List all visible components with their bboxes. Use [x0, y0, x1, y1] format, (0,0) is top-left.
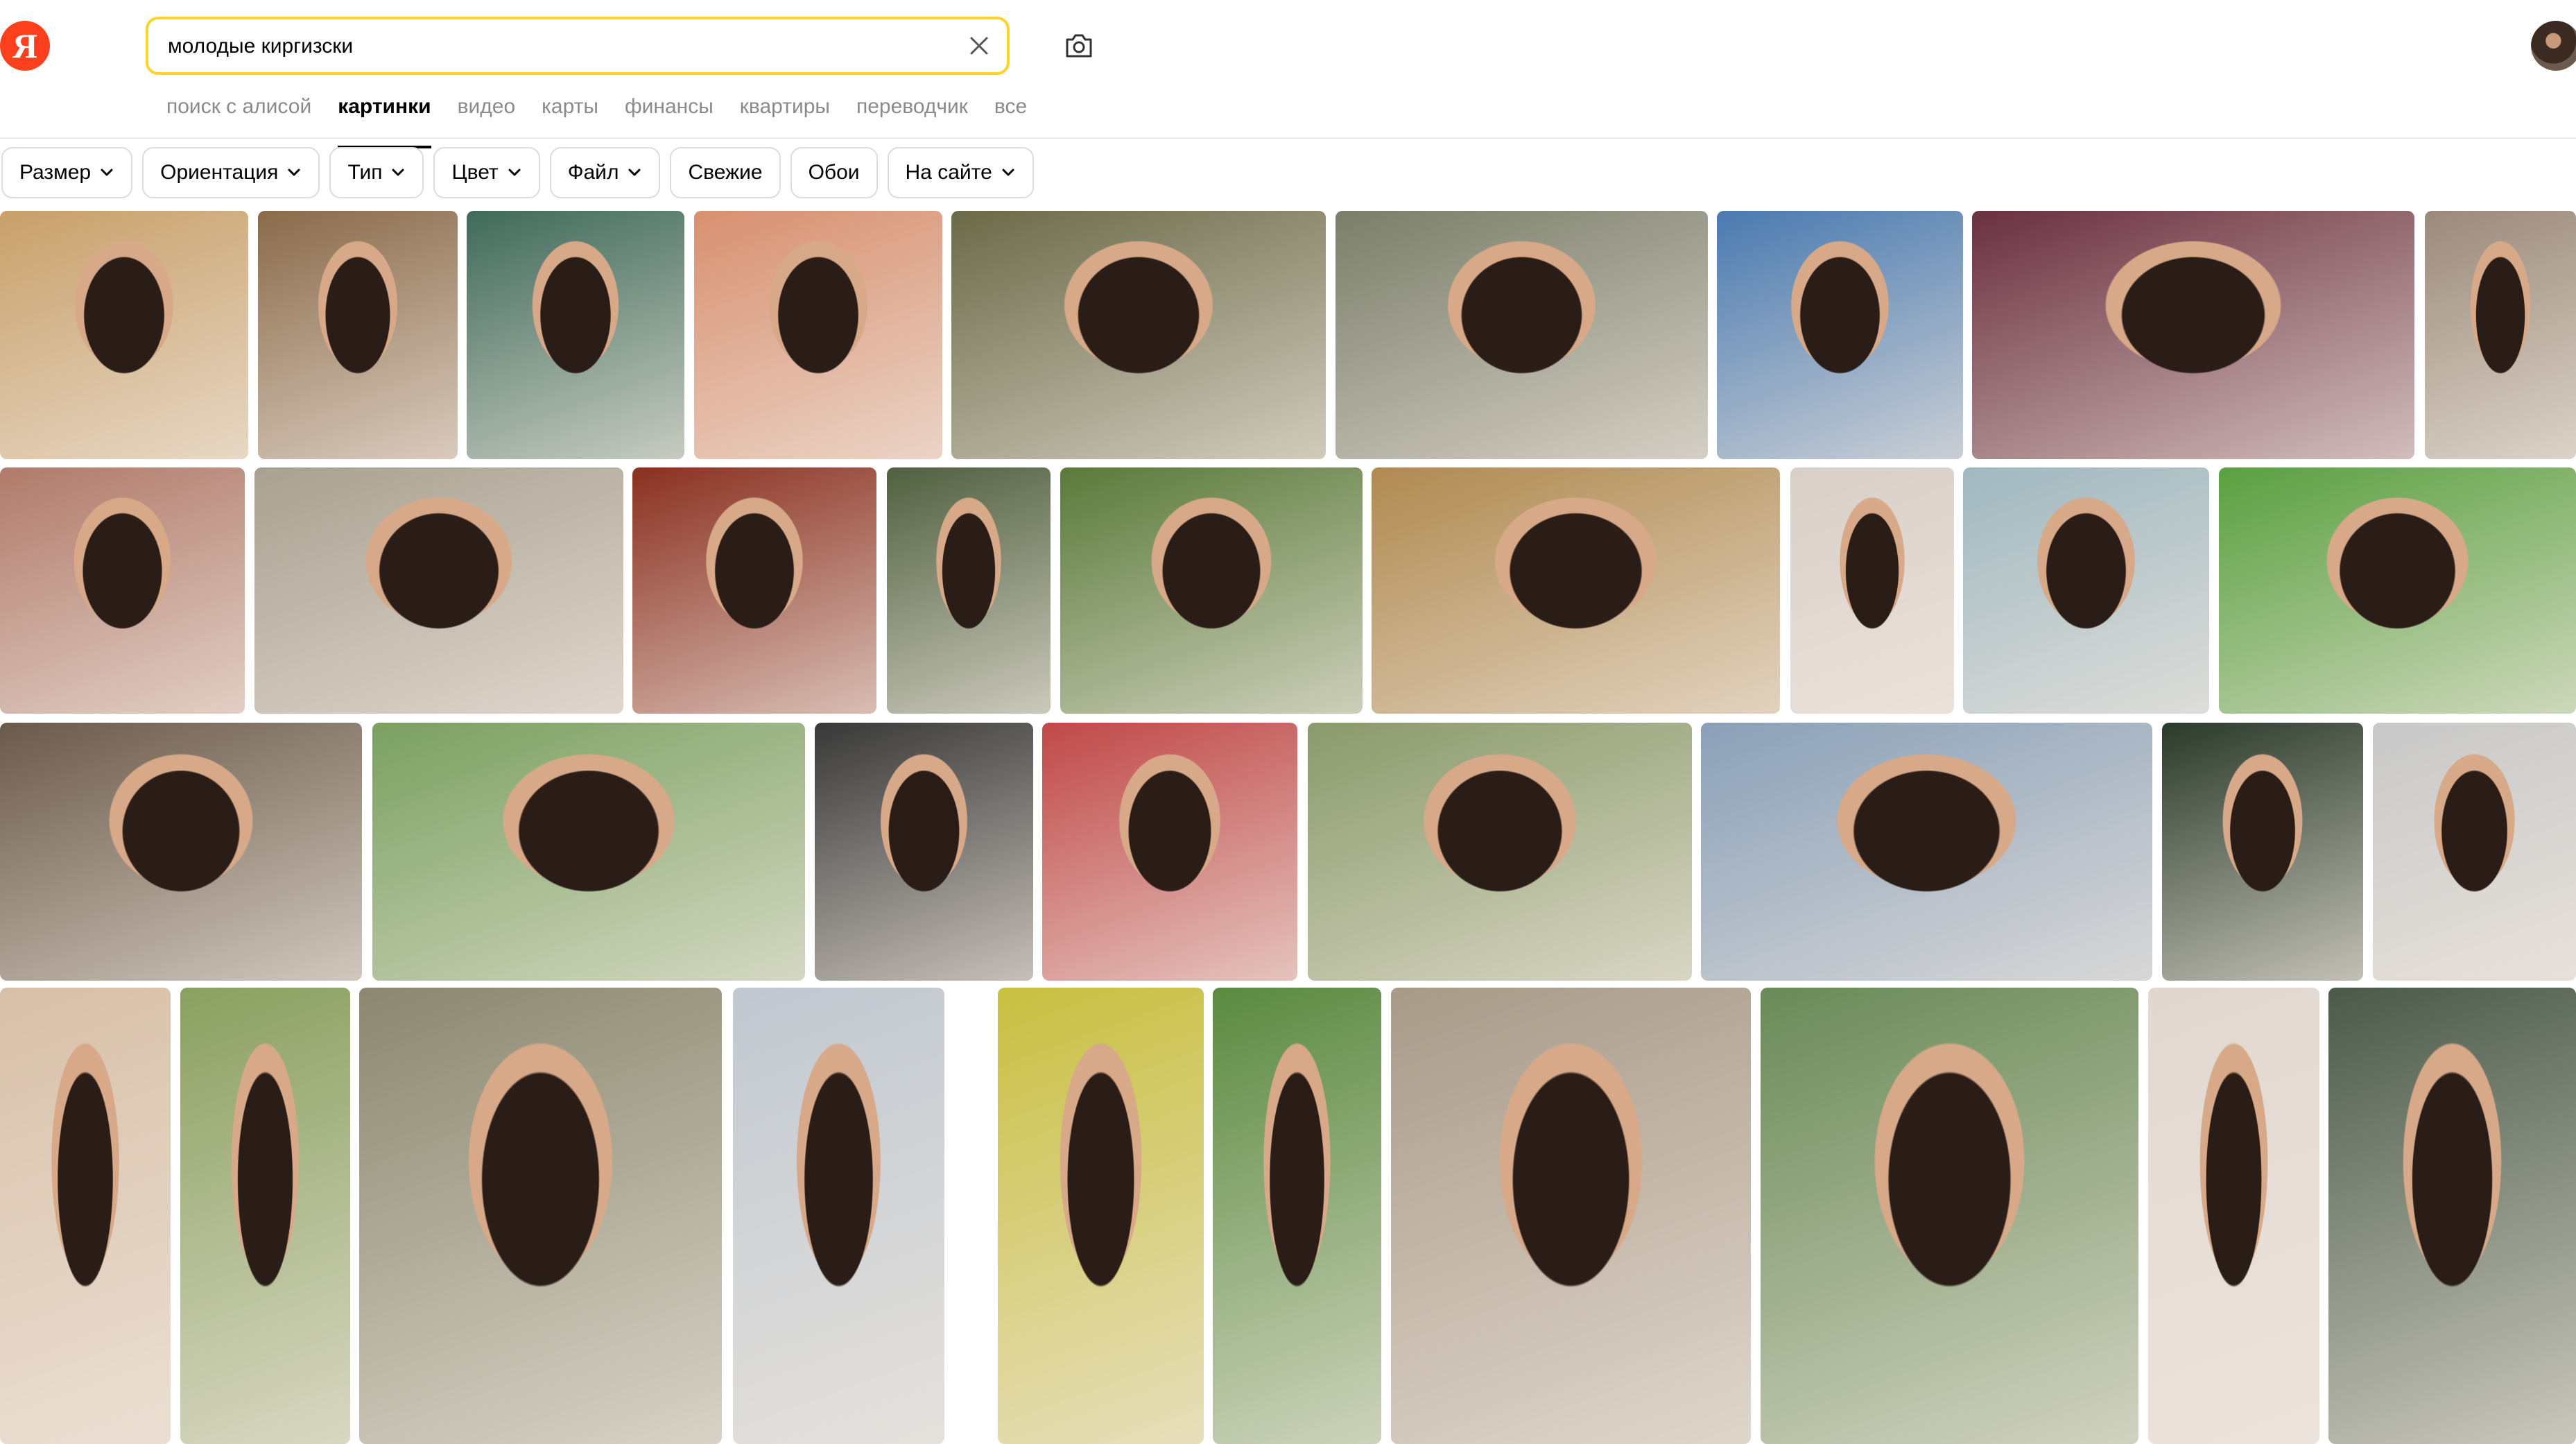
filter-button-4[interactable]: Файл — [549, 147, 661, 198]
search-box[interactable] — [146, 17, 1010, 75]
chevron-down-icon — [101, 169, 113, 176]
filter-button-6[interactable]: Обои — [790, 147, 878, 198]
chevron-down-icon — [288, 169, 300, 176]
filter-label: Размер — [19, 161, 92, 184]
image-thumbnail[interactable] — [2148, 988, 2319, 1444]
image-thumbnail[interactable] — [0, 467, 245, 714]
image-thumbnail[interactable] — [467, 211, 684, 459]
image-thumbnail[interactable] — [359, 988, 722, 1444]
tab-6[interactable]: переводчик — [856, 90, 968, 136]
image-thumbnail[interactable] — [1042, 723, 1297, 981]
chevron-down-icon — [508, 169, 521, 176]
image-thumbnail[interactable] — [951, 211, 1326, 459]
filter-button-5[interactable]: Свежие — [670, 147, 781, 198]
tab-4[interactable]: финансы — [625, 90, 714, 136]
tab-7[interactable]: все — [994, 90, 1027, 136]
filter-label: На сайте — [905, 161, 992, 184]
filter-label: Ориентация — [160, 161, 279, 184]
filter-label: Тип — [347, 161, 383, 184]
chevron-down-icon — [628, 169, 641, 176]
image-thumbnail[interactable] — [815, 723, 1033, 981]
image-thumbnail[interactable] — [1963, 467, 2209, 714]
image-search-button[interactable] — [1060, 26, 1098, 65]
filter-button-2[interactable]: Тип — [329, 147, 424, 198]
tab-2[interactable]: видео — [458, 90, 516, 136]
image-thumbnail[interactable] — [1761, 988, 2138, 1444]
image-thumbnail[interactable] — [1335, 211, 1708, 459]
image-thumbnail[interactable] — [2328, 988, 2576, 1444]
image-thumbnail[interactable] — [180, 988, 350, 1444]
camera-icon — [1066, 34, 1092, 58]
close-icon — [970, 37, 988, 55]
clear-search-button[interactable] — [964, 31, 994, 61]
image-thumbnail[interactable] — [694, 211, 942, 459]
image-thumbnail[interactable] — [2373, 723, 2576, 981]
search-input[interactable] — [166, 19, 946, 74]
image-thumbnail[interactable] — [733, 988, 944, 1444]
image-thumbnail[interactable] — [1717, 211, 1963, 459]
filter-button-0[interactable]: Размер — [1, 147, 133, 198]
tab-1[interactable]: картинки — [338, 90, 431, 148]
filter-button-3[interactable]: Цвет — [433, 147, 540, 198]
image-thumbnail[interactable] — [1372, 467, 1780, 714]
search-type-tabs: поиск с алисой картинки видео карты финансы к… — [166, 90, 1053, 148]
image-thumbnail[interactable] — [1701, 723, 2152, 981]
image-thumbnail[interactable] — [887, 467, 1051, 714]
filter-label: Цвет — [451, 161, 499, 184]
filter-label: Свежие — [688, 161, 763, 184]
image-thumbnail[interactable] — [632, 467, 876, 714]
image-thumbnail[interactable] — [372, 723, 805, 981]
filter-label: Файл — [567, 161, 619, 184]
image-thumbnail[interactable] — [1972, 211, 2414, 459]
filter-button-7[interactable]: На сайте — [887, 147, 1034, 198]
user-avatar[interactable] — [2531, 21, 2576, 71]
filter-bar: Размер Ориентация Тип Цвет Файл Свежие Обои На … — [1, 147, 1044, 198]
image-thumbnail[interactable] — [2219, 467, 2576, 714]
image-thumbnail[interactable] — [1308, 723, 1692, 981]
yandex-logo[interactable]: Я — [0, 21, 50, 71]
image-thumbnail[interactable] — [258, 211, 458, 459]
image-thumbnail[interactable] — [254, 467, 623, 714]
tab-3[interactable]: карты — [542, 90, 598, 136]
filter-label: Обои — [808, 161, 860, 184]
image-thumbnail[interactable] — [1213, 988, 1381, 1444]
image-thumbnail[interactable] — [0, 723, 362, 981]
image-thumbnail[interactable] — [1391, 988, 1751, 1444]
image-thumbnail[interactable] — [0, 988, 171, 1444]
tab-5[interactable]: квартиры — [740, 90, 830, 136]
image-thumbnail[interactable] — [2425, 211, 2576, 459]
chevron-down-icon — [392, 169, 404, 176]
image-thumbnail[interactable] — [2162, 723, 2363, 981]
image-thumbnail[interactable] — [998, 988, 1204, 1444]
tab-0[interactable]: поиск с алисой — [166, 90, 311, 136]
filter-button-1[interactable]: Ориентация — [142, 147, 320, 198]
header-divider — [0, 137, 2576, 139]
image-thumbnail[interactable] — [1790, 467, 1954, 714]
image-thumbnail[interactable] — [0, 211, 248, 459]
chevron-down-icon — [1002, 169, 1014, 176]
image-thumbnail[interactable] — [1060, 467, 1363, 714]
